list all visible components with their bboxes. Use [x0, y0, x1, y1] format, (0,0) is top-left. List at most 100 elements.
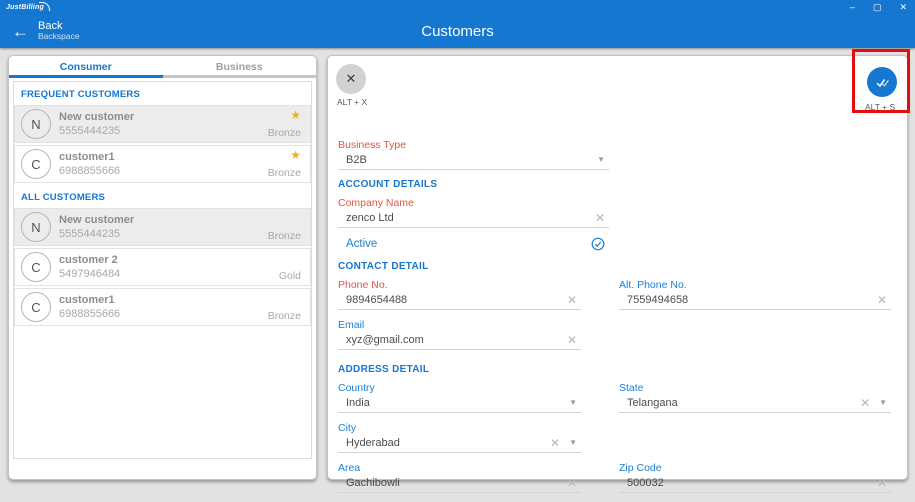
- loyalty-tier-badge: Gold: [278, 270, 301, 282]
- phone-input[interactable]: 9894654488: [346, 294, 561, 306]
- field-label: Business Type: [338, 139, 407, 151]
- favorite-star-icon: ★: [290, 108, 301, 122]
- customer-list-panel: Consumer Business FREQUENT CUSTOMERS N N…: [8, 55, 317, 480]
- company-name-input[interactable]: zenco Ltd: [346, 212, 589, 224]
- clear-icon[interactable]: ✕: [595, 212, 605, 224]
- alt-phone-input[interactable]: 7559494658: [627, 294, 871, 306]
- area-field: Area Gachibowli ✕: [338, 462, 581, 493]
- customer-list-item[interactable]: N New customer 5555444235 ★ Bronze: [14, 208, 311, 246]
- area-input[interactable]: Gachibowli: [346, 477, 561, 489]
- email-field: Email xyz@gmail.com ✕: [338, 319, 581, 350]
- city-select[interactable]: Hyderabad: [346, 437, 544, 449]
- avatar: C: [21, 252, 51, 282]
- customer-phone: 5555444235: [59, 125, 121, 137]
- clear-icon[interactable]: ✕: [877, 477, 887, 489]
- customer-phone: 6988855666: [59, 165, 121, 177]
- customer-form: Business Type B2B ▼ ACCOUNT DETAILS Comp…: [338, 139, 893, 502]
- minimize-button[interactable]: –: [850, 2, 855, 12]
- customer-name: customer 2: [59, 254, 118, 266]
- business-type-field: Business Type B2B ▼: [338, 139, 609, 170]
- form-save-button[interactable]: [867, 67, 897, 97]
- city-field: City Hyderabad ✕ ▼: [338, 422, 581, 453]
- clear-icon[interactable]: ✕: [567, 334, 577, 346]
- avatar: C: [21, 149, 51, 179]
- clear-icon[interactable]: ✕: [860, 397, 870, 409]
- customer-list: FREQUENT CUSTOMERS N New customer 555544…: [13, 81, 312, 459]
- field-label: Zip Code: [619, 462, 662, 474]
- form-close-button[interactable]: ✕: [336, 64, 366, 94]
- chevron-down-icon[interactable]: ▼: [597, 156, 605, 164]
- loyalty-tier-badge: Bronze: [267, 127, 301, 139]
- favorite-star-icon: ★: [290, 148, 301, 162]
- state-select[interactable]: Telangana: [627, 397, 854, 409]
- close-shortcut-label: ALT + X: [337, 97, 368, 107]
- customer-name: customer1: [59, 151, 115, 163]
- loyalty-tier-badge: Bronze: [267, 310, 301, 322]
- email-input[interactable]: xyz@gmail.com: [346, 334, 561, 346]
- section-frequent-customers: FREQUENT CUSTOMERS: [21, 89, 141, 100]
- clear-icon[interactable]: ✕: [567, 477, 577, 489]
- chevron-down-icon[interactable]: ▼: [569, 399, 577, 407]
- window-close-button[interactable]: ✕: [899, 2, 907, 12]
- back-button[interactable]: ← Back Backspace: [12, 20, 80, 42]
- avatar: N: [21, 212, 51, 242]
- customer-list-item[interactable]: C customer1 6988855666 ★ Bronze: [14, 288, 311, 326]
- tab-business[interactable]: Business: [162, 56, 316, 78]
- customer-phone: 5497946484: [59, 268, 121, 280]
- customer-type-tabs: Consumer Business: [9, 56, 316, 78]
- zip-code-field: Zip Code 500032 ✕: [619, 462, 891, 493]
- field-label: Email: [338, 319, 365, 331]
- customer-name: New customer: [59, 111, 135, 123]
- active-toggle-row[interactable]: Active: [338, 237, 609, 251]
- chevron-down-icon[interactable]: ▼: [879, 399, 887, 407]
- field-label: Area: [338, 462, 361, 474]
- close-icon: ✕: [345, 71, 357, 86]
- main-content: Consumer Business FREQUENT CUSTOMERS N N…: [0, 48, 915, 493]
- avatar: N: [21, 109, 51, 139]
- alt-phone-field: Alt. Phone No. 7559494658 ✕: [619, 279, 891, 310]
- company-name-field: Company Name zenco Ltd ✕: [338, 197, 609, 228]
- checked-circle-icon: [591, 237, 605, 251]
- save-shortcut-label: ALT + S: [865, 102, 896, 112]
- field-label: Alt. Phone No.: [619, 279, 687, 291]
- business-type-value[interactable]: B2B: [346, 154, 588, 166]
- double-check-icon: [875, 78, 889, 87]
- clear-icon[interactable]: ✕: [550, 437, 560, 449]
- chevron-down-icon[interactable]: ▼: [569, 439, 577, 447]
- customer-phone: 6988855666: [59, 308, 121, 320]
- field-label: Company Name: [338, 197, 414, 209]
- field-label: Country: [338, 382, 375, 394]
- section-address-detail: ADDRESS DETAIL: [338, 364, 430, 375]
- customer-list-item[interactable]: C customer 2 5497946484 ★ Gold: [14, 248, 311, 286]
- section-all-customers: ALL CUSTOMERS: [21, 192, 106, 203]
- field-label: City: [338, 422, 357, 434]
- customer-name: New customer: [59, 214, 135, 226]
- customer-form-panel: ✕ ALT + X ALT + S Business Type B2B ▼ AC…: [327, 55, 908, 493]
- country-select[interactable]: India: [346, 397, 560, 409]
- window-titlebar: JustBilling – ▢ ✕: [0, 0, 915, 14]
- avatar: C: [21, 292, 51, 322]
- justbilling-logo: JustBilling: [6, 1, 50, 11]
- back-arrow-icon: ←: [12, 21, 29, 41]
- phone-field: Phone No. 9894654488 ✕: [338, 279, 581, 310]
- section-contact-detail: CONTACT DETAIL: [338, 261, 429, 272]
- zip-code-input[interactable]: 500032: [627, 477, 871, 489]
- field-label: State: [619, 382, 644, 394]
- customer-name: customer1: [59, 294, 115, 306]
- state-field: State Telangana ✕ ▼: [619, 382, 891, 413]
- back-shortcut-label: Backspace: [38, 31, 80, 42]
- customer-list-item[interactable]: N New customer 5555444235 ★ Bronze: [14, 105, 311, 143]
- active-label: Active: [346, 238, 378, 250]
- maximize-button[interactable]: ▢: [873, 2, 882, 12]
- clear-icon[interactable]: ✕: [877, 294, 887, 306]
- loyalty-tier-badge: Bronze: [267, 230, 301, 242]
- customer-list-item[interactable]: C customer1 6988855666 ★ Bronze: [14, 145, 311, 183]
- loyalty-tier-badge: Bronze: [267, 167, 301, 179]
- field-label: Phone No.: [338, 279, 388, 291]
- section-account-details: ACCOUNT DETAILS: [338, 179, 438, 190]
- page-title: Customers: [421, 22, 494, 40]
- country-field: Country India ▼: [338, 382, 581, 413]
- clear-icon[interactable]: ✕: [567, 294, 577, 306]
- customer-phone: 5555444235: [59, 228, 121, 240]
- tab-consumer[interactable]: Consumer: [9, 56, 163, 78]
